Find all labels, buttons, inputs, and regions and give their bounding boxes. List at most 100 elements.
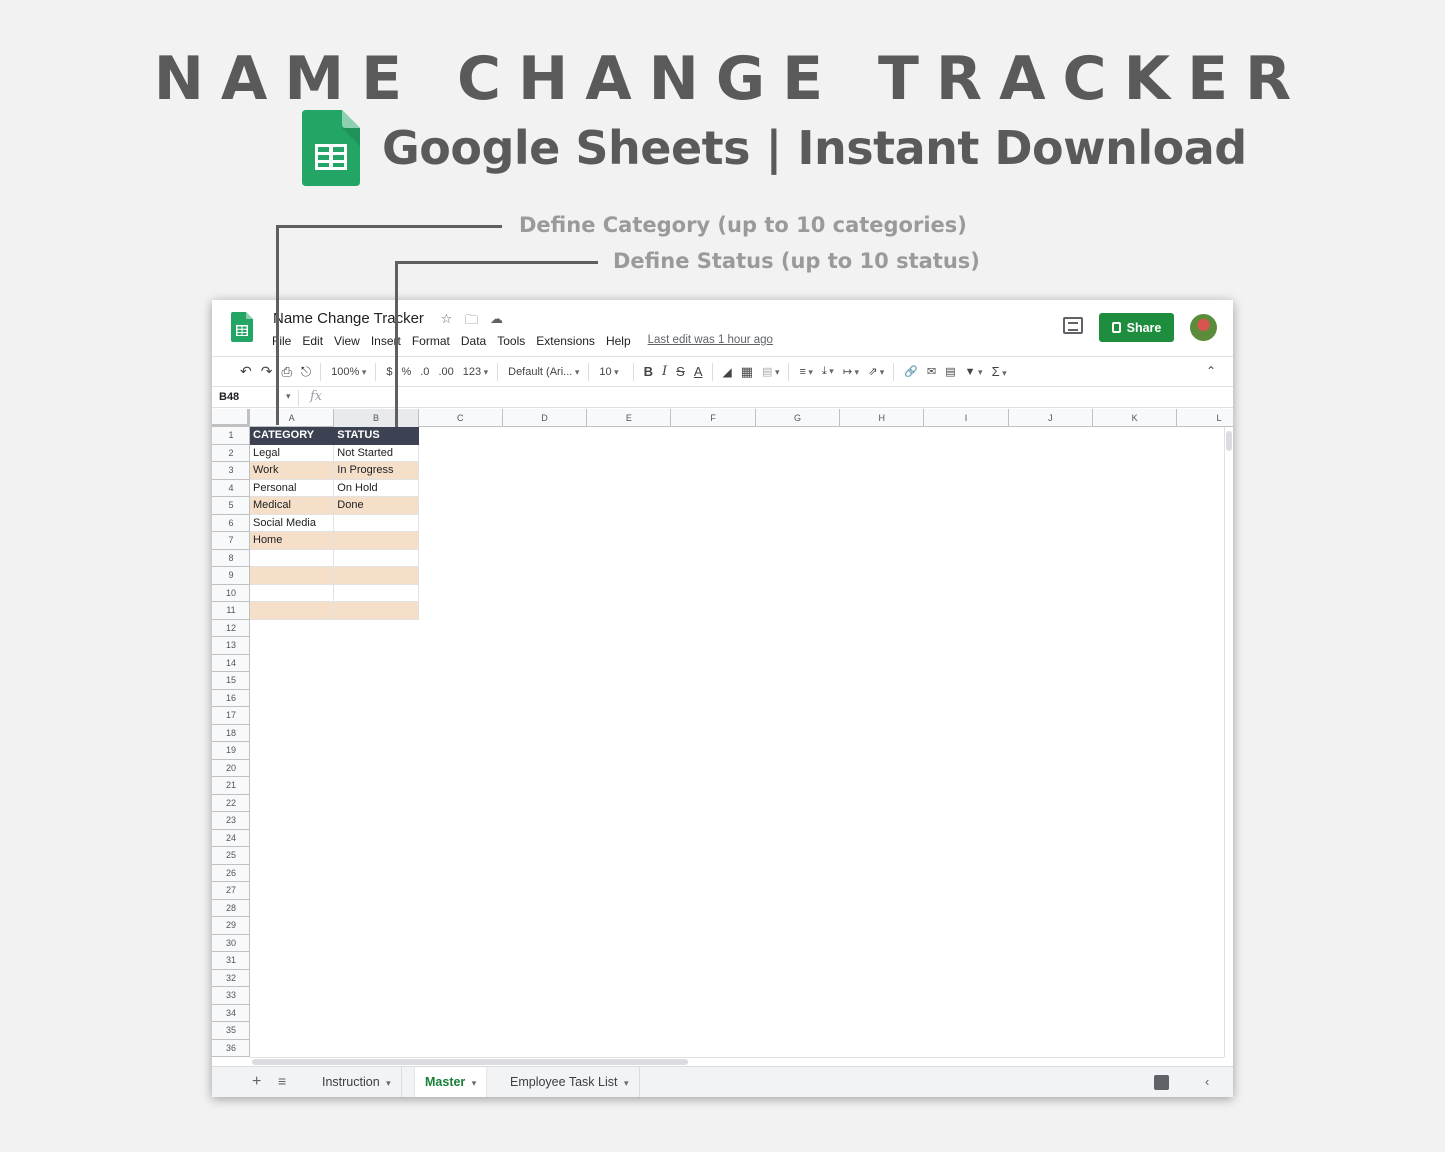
status-cell[interactable] <box>334 532 419 550</box>
insert-link-icon[interactable]: 🔗 <box>904 365 918 378</box>
column-header-j[interactable]: J <box>1009 409 1093 427</box>
row-header[interactable]: 28 <box>212 900 249 917</box>
row-header[interactable]: 3 <box>212 462 249 480</box>
row-header[interactable]: 16 <box>212 690 249 707</box>
category-cell[interactable] <box>250 549 335 567</box>
row-header[interactable]: 27 <box>212 882 249 900</box>
row-header[interactable]: 23 <box>212 812 249 830</box>
status-cell[interactable] <box>334 549 419 567</box>
row-header[interactable]: 36 <box>212 1040 249 1057</box>
menu-data[interactable]: Data <box>461 334 486 348</box>
select-all-corner[interactable] <box>212 409 250 427</box>
row-header[interactable]: 18 <box>212 725 249 742</box>
folder-move-icon[interactable]: 🗀 <box>463 311 480 333</box>
row-header[interactable]: 25 <box>212 847 249 865</box>
explore-icon[interactable] <box>1154 1075 1169 1090</box>
increase-decimal-button[interactable]: .00 <box>438 366 453 378</box>
currency-button[interactable]: $ <box>386 366 392 378</box>
category-cell[interactable]: Home <box>250 532 335 550</box>
row-header[interactable]: 13 <box>212 637 249 655</box>
row-header[interactable]: 20 <box>212 760 249 777</box>
menu-format[interactable]: Format <box>412 334 450 348</box>
category-cell[interactable] <box>250 584 335 602</box>
row-header[interactable]: 6 <box>212 515 249 532</box>
row-header[interactable]: 24 <box>212 830 249 847</box>
header-status[interactable]: STATUS <box>334 427 419 445</box>
category-cell[interactable]: Medical <box>250 497 335 515</box>
column-header-l[interactable]: L <box>1177 409 1233 427</box>
bold-button[interactable]: B <box>644 364 653 379</box>
name-box[interactable]: B48 <box>219 391 239 403</box>
insert-comment-icon[interactable]: ✉ <box>927 365 936 378</box>
category-cell[interactable]: Personal <box>250 479 335 497</box>
sheets-app-icon[interactable] <box>231 312 253 342</box>
status-cell[interactable]: On Hold <box>334 479 419 497</box>
decrease-decimal-button[interactable]: .0 <box>420 366 429 378</box>
row-header[interactable]: 34 <box>212 1005 249 1022</box>
row-header[interactable]: 12 <box>212 620 249 637</box>
percent-button[interactable]: % <box>401 366 411 378</box>
row-header[interactable]: 29 <box>212 917 249 935</box>
share-button[interactable]: Share <box>1099 313 1174 342</box>
menu-extensions[interactable]: Extensions <box>536 334 595 348</box>
category-cell[interactable]: Social Media <box>250 514 335 532</box>
row-header[interactable]: 9 <box>212 567 249 585</box>
collapse-side-panel-icon[interactable]: ‹ <box>1205 1074 1209 1089</box>
column-header-i[interactable]: I <box>924 409 1009 427</box>
print-icon[interactable]: ⎙ <box>281 364 291 380</box>
row-header[interactable]: 21 <box>212 777 249 795</box>
menu-edit[interactable]: Edit <box>302 334 323 348</box>
text-color-button[interactable]: A <box>694 364 703 379</box>
column-header-d[interactable]: D <box>503 409 588 427</box>
cloud-status-icon[interactable]: ☁ <box>488 311 505 333</box>
row-header[interactable]: 30 <box>212 935 249 952</box>
horizontal-scroll-thumb[interactable] <box>252 1059 688 1065</box>
category-cell[interactable] <box>250 567 335 585</box>
column-header-b[interactable]: B <box>334 409 419 427</box>
vertical-align-icon[interactable]: ⤓ <box>822 365 834 378</box>
avatar[interactable] <box>1190 314 1217 341</box>
row-header[interactable]: 1 <box>212 427 249 445</box>
tab-master[interactable]: Master <box>415 1067 487 1097</box>
fill-color-icon[interactable]: ◢ <box>723 365 732 379</box>
status-cell[interactable] <box>334 584 419 602</box>
functions-button[interactable]: Σ <box>992 364 1007 379</box>
paint-format-icon[interactable]: ⎋ <box>301 364 311 380</box>
category-cell[interactable]: Legal <box>250 444 335 462</box>
column-header-a[interactable]: A <box>250 409 335 427</box>
row-header[interactable]: 15 <box>212 672 249 690</box>
row-header[interactable]: 10 <box>212 585 249 602</box>
text-rotation-icon[interactable]: ⇗ <box>868 365 884 378</box>
header-category[interactable]: CATEGORY <box>250 427 335 445</box>
last-edit-link[interactable]: Last edit was 1 hour ago <box>648 334 773 348</box>
row-header[interactable]: 22 <box>212 795 249 812</box>
menu-file[interactable]: File <box>272 334 291 348</box>
row-header[interactable]: 8 <box>212 550 249 567</box>
status-cell[interactable]: In Progress <box>334 462 419 480</box>
column-header-g[interactable]: G <box>756 409 841 427</box>
zoom-select[interactable]: 100% <box>331 366 366 378</box>
star-icon[interactable]: ☆ <box>438 311 455 333</box>
column-header-f[interactable]: F <box>672 409 756 427</box>
all-sheets-icon[interactable]: ≡ <box>278 1073 286 1089</box>
doc-title[interactable]: Name Change Tracker <box>273 310 424 327</box>
status-cell[interactable] <box>334 602 419 620</box>
status-cell[interactable]: Not Started <box>334 444 419 462</box>
row-header[interactable]: 26 <box>212 865 249 882</box>
column-header-e[interactable]: E <box>587 409 672 427</box>
tab-employee-task-list[interactable]: Employee Task List <box>500 1067 640 1097</box>
row-header[interactable]: 33 <box>212 987 249 1005</box>
horizontal-scrollbar[interactable] <box>250 1057 1224 1065</box>
menu-tools[interactable]: Tools <box>497 334 525 348</box>
text-wrap-icon[interactable]: ↦ <box>843 365 859 378</box>
insert-chart-icon[interactable]: ▤ <box>945 365 955 378</box>
row-header[interactable]: 5 <box>212 497 249 515</box>
row-header[interactable]: 19 <box>212 742 249 760</box>
row-header[interactable]: 2 <box>212 445 249 462</box>
column-header-c[interactable]: C <box>419 409 503 427</box>
borders-icon[interactable]: ▦ <box>741 364 753 380</box>
menu-help[interactable]: Help <box>606 334 631 348</box>
merge-cells-icon[interactable]: ▤ <box>762 365 779 378</box>
filter-icon[interactable]: ▼ <box>965 366 983 378</box>
status-cell[interactable] <box>334 567 419 585</box>
